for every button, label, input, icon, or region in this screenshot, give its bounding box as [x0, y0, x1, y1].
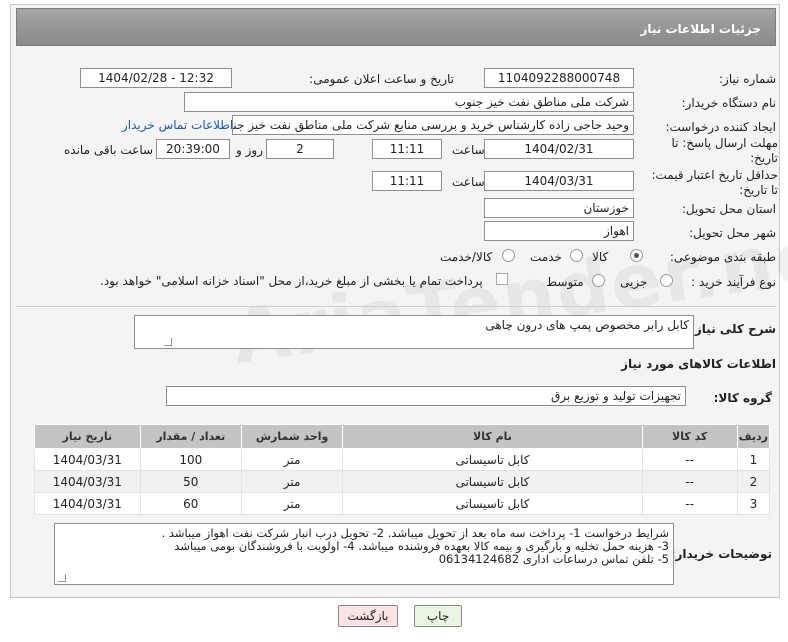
- send-date-field[interactable]: 1404/02/31: [484, 139, 634, 159]
- process-label: نوع فرآیند خرید :: [691, 275, 776, 289]
- category-option-service: خدمت: [530, 250, 562, 264]
- remaining-time-field[interactable]: 20:39:00: [156, 139, 230, 159]
- notes-label: توضیحات خریدار:: [670, 547, 772, 561]
- row-code: --: [641, 470, 738, 493]
- description-field[interactable]: کابل رابر مخصوص پمپ های درون چاهی: [134, 315, 694, 349]
- row-index: 3: [736, 492, 771, 515]
- goods-section-title: اطلاعات کالاهای مورد نیاز: [621, 357, 776, 371]
- row-code: --: [641, 492, 738, 515]
- notes-line: 5- تلفن تماس درساعات اداری 06134124682: [438, 552, 669, 566]
- city-field[interactable]: اهواز: [484, 221, 634, 241]
- province-field[interactable]: خوزستان: [484, 198, 634, 218]
- category-radio-service[interactable]: [570, 249, 583, 262]
- creator-label: ایجاد کننده درخواست:: [665, 120, 776, 134]
- row-date: 1404/03/31: [34, 492, 141, 515]
- price-time-field[interactable]: 11:11: [372, 171, 442, 191]
- table-row[interactable]: 3 -- کابل تاسیساتی متر 60 1404/03/31: [34, 492, 771, 515]
- resize-grip-icon[interactable]: [58, 574, 66, 582]
- resize-grip-icon[interactable]: [164, 338, 172, 346]
- divider: [16, 306, 776, 307]
- send-deadline-label: مهلت ارسال پاسخ: تا تاریخ:: [671, 136, 778, 165]
- category-option-goods: کالا: [592, 250, 609, 264]
- row-code: --: [641, 448, 738, 471]
- back-button[interactable]: بازگشت: [338, 605, 398, 627]
- row-unit: متر: [240, 470, 344, 493]
- col-name: نام کالا: [342, 424, 643, 449]
- row-name: کابل تاسیساتی: [342, 448, 643, 471]
- category-radio-both[interactable]: [502, 249, 515, 262]
- row-index: 1: [736, 448, 771, 471]
- notes-field[interactable]: شرایط درخواست 1- پرداخت سه ماه بعد از تح…: [54, 523, 674, 585]
- col-date: تاریخ نیاز: [34, 424, 141, 449]
- province-label: استان محل تحویل:: [681, 202, 776, 216]
- price-time-label: ساعت: [452, 175, 485, 189]
- category-label: طبقه بندی موضوعی:: [669, 250, 776, 264]
- days-field[interactable]: 2: [266, 139, 334, 159]
- creator-field[interactable]: وحید حاجی زاده کارشناس خرید و بررسی مناب…: [232, 115, 634, 135]
- buyer-org-field[interactable]: شرکت ملی مناطق نفت خیز جنوب: [184, 92, 634, 112]
- table-header-row: ردیف کد کالا نام کالا واحد شمارش تعداد /…: [34, 424, 771, 449]
- row-unit: متر: [240, 448, 344, 471]
- process-radio-medium[interactable]: [592, 274, 605, 287]
- row-qty: 60: [139, 492, 242, 515]
- row-name: کابل تاسیساتی: [342, 470, 643, 493]
- table-row[interactable]: 2 -- کابل تاسیساتی متر 50 1404/03/31: [34, 470, 771, 493]
- buyer-org-label: نام دستگاه خریدار:: [681, 96, 777, 110]
- need-number-field[interactable]: 1104092288000748: [484, 68, 634, 88]
- row-unit: متر: [240, 492, 344, 515]
- announce-field[interactable]: 1404/02/28 - 12:32: [80, 68, 232, 88]
- days-label: روز و: [236, 143, 263, 157]
- row-qty: 100: [139, 448, 242, 471]
- goods-group-label: گروه کالا:: [713, 391, 772, 405]
- row-name: کابل تاسیساتی: [342, 492, 643, 515]
- process-option-minor: جزیی: [620, 275, 648, 289]
- row-date: 1404/03/31: [34, 448, 141, 471]
- table-row[interactable]: 1 -- کابل تاسیساتی متر 100 1404/03/31: [34, 448, 771, 471]
- process-option-medium: متوسط: [546, 275, 584, 289]
- page-header: جزئیات اطلاعات نیاز: [16, 8, 776, 46]
- row-index: 2: [736, 470, 771, 493]
- send-time-field[interactable]: 11:11: [372, 139, 442, 159]
- col-qty: تعداد / مقدار: [139, 424, 242, 449]
- remaining-label: ساعت باقی مانده: [64, 143, 154, 157]
- treasury-payment-note: پرداخت تمام یا بخشی از مبلغ خرید،از محل …: [100, 274, 483, 288]
- print-button[interactable]: چاپ: [414, 605, 462, 627]
- announce-label: تاریخ و ساعت اعلان عمومی:: [309, 72, 454, 86]
- process-radio-minor[interactable]: [660, 274, 673, 287]
- price-date-field[interactable]: 1404/03/31: [484, 171, 634, 191]
- col-index: ردیف: [736, 424, 771, 449]
- col-unit: واحد شمارش: [240, 424, 344, 449]
- contact-info-link[interactable]: اطلاعات تماس خریدار: [122, 118, 233, 132]
- price-validity-label: حداقل تاریخ اعتبار قیمت: تا تاریخ:: [651, 168, 778, 197]
- treasury-payment-checkbox[interactable]: [496, 273, 508, 285]
- col-code: کد کالا: [641, 424, 738, 449]
- goods-table: ردیف کد کالا نام کالا واحد شمارش تعداد /…: [34, 424, 771, 515]
- goods-group-field[interactable]: تجهیزات تولید و توزیع برق: [166, 386, 686, 406]
- need-number-label: شماره نیاز:: [719, 72, 776, 86]
- row-qty: 50: [139, 470, 242, 493]
- description-label: شرح کلی نیاز:: [690, 322, 776, 336]
- category-radio-goods[interactable]: [630, 249, 643, 262]
- send-time-label: ساعت: [452, 143, 485, 157]
- row-date: 1404/03/31: [34, 470, 141, 493]
- category-option-both: کالا/خدمت: [440, 250, 493, 264]
- city-label: شهر محل تحویل:: [689, 226, 776, 240]
